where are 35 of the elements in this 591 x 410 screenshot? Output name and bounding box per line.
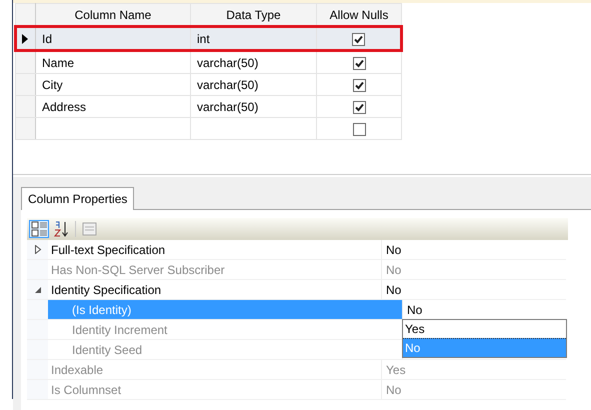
column-header[interactable]: Column Name [36,4,190,26]
collapse-icon[interactable] [34,286,42,294]
sort-alphabetical-icon [54,221,70,237]
checkbox[interactable] [352,32,365,46]
property-name[interactable]: Identity Specification [48,280,381,299]
table-cell: City [42,78,63,92]
table-cell: Address [42,100,86,114]
table-cell: varchar(50) [197,100,258,114]
property-name[interactable]: Full-text Specification [48,240,381,259]
table-cell: varchar(50) [197,56,258,70]
checkbox[interactable] [352,56,366,70]
column-header[interactable]: Data Type [190,4,316,26]
check-icon [354,80,364,91]
toolbar-button[interactable] [29,220,49,238]
property-value[interactable]: No [407,302,422,316]
checkbox[interactable] [352,78,366,92]
categorized-icon [30,221,48,237]
checkbox[interactable] [352,100,366,114]
check-icon [353,34,364,45]
table-cell: Name [42,56,74,70]
table-cell: varchar(50) [197,78,258,92]
expand-icon[interactable] [34,245,42,254]
column-properties-tab[interactable]: Column Properties [21,187,134,210]
property-value[interactable]: No [386,242,402,256]
table-cell: Id [42,32,52,46]
column-header[interactable]: Allow Nulls [316,4,402,26]
property-value[interactable]: No [386,282,402,296]
row-selector[interactable] [16,26,36,50]
check-icon [354,58,364,69]
checkbox[interactable] [352,122,366,136]
table-cell: int [197,32,210,46]
dropdown-option[interactable]: Yes [403,320,566,338]
check-icon [354,102,364,113]
property-pages-icon [80,221,98,237]
current-row-icon [22,34,28,44]
